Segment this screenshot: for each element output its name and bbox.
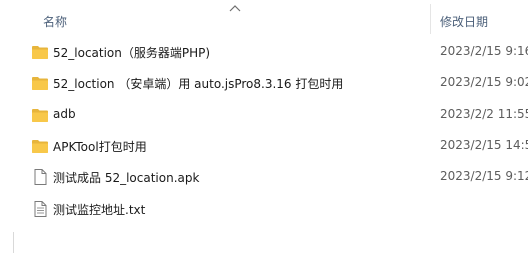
file-date-modified: 2023/2/15 9:12 [440,169,528,183]
file-name: 52_loction （安卓端）用 auto.jsPro8.3.16 打包时用 [53,77,344,91]
folder-icon [32,109,48,122]
apk-file-icon [34,169,47,185]
column-header-date-modified[interactable]: 修改日期 [431,4,528,34]
file-row[interactable]: APKTool打包时用 2023/2/15 14:5 [0,134,528,158]
file-row[interactable]: 52_location（服务器端PHP) 2023/2/15 9:16 [0,40,528,64]
file-row[interactable]: 测试监控地址.txt [0,197,528,221]
file-row[interactable]: adb 2023/2/2 11:55 [0,103,528,127]
file-date-modified: 2023/2/15 9:02 [440,75,528,89]
file-name: 52_location（服务器端PHP) [53,46,211,60]
file-date-modified: 2023/2/15 9:16 [440,44,528,58]
file-date-modified: 2023/2/15 14:5 [440,138,528,152]
column-header-date-label: 修改日期 [440,15,489,29]
file-row[interactable]: 52_loction （安卓端）用 auto.jsPro8.3.16 打包时用 … [0,71,528,95]
column-header-name[interactable]: 名称 [0,4,430,34]
file-date-modified: 2023/2/2 11:55 [440,107,528,121]
file-name: adb [53,107,76,121]
column-header-bar: 名称 修改日期 [0,0,528,36]
text-file-icon [34,201,47,217]
folder-icon [32,46,48,59]
folder-icon [32,140,48,153]
column-header-name-label: 名称 [43,15,68,29]
file-name: 测试监控地址.txt [53,203,146,217]
file-name: APKTool打包时用 [53,140,147,154]
file-explorer-window: 名称 修改日期 52_location（服务器端PHP) 2023/2/15 9… [0,0,528,253]
file-row[interactable]: 测试成品 52_location.apk 2023/2/15 9:12 [0,165,528,189]
file-name: 测试成品 52_location.apk [53,171,200,185]
folder-icon [32,77,48,90]
pane-divider [13,232,14,253]
